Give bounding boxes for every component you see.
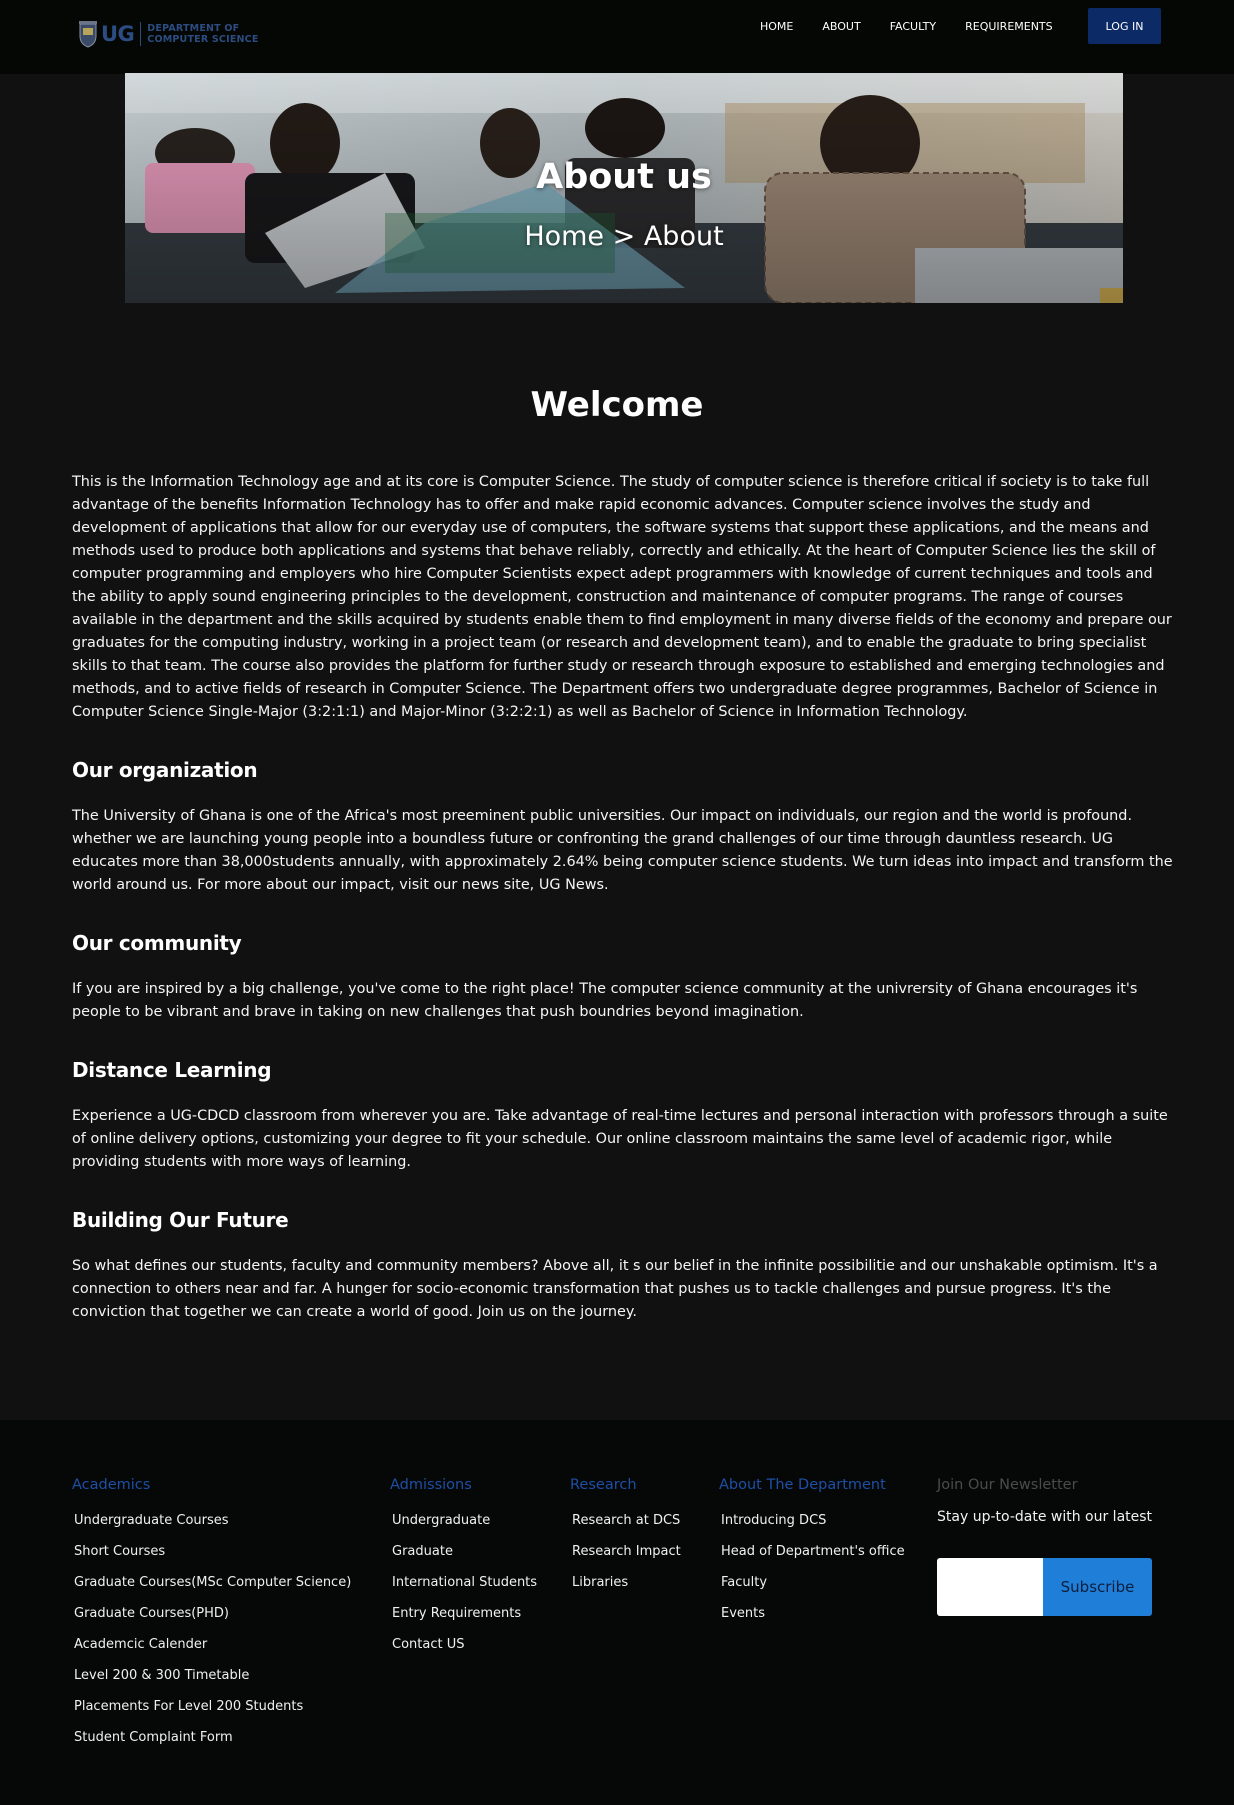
main-nav: HOME ABOUT FACULTY REQUIREMENTS [760,18,1082,34]
nav-about[interactable]: ABOUT [822,20,860,33]
breadcrumb: Home > About [524,221,724,252]
section-heading-community: Our community [72,931,242,955]
section-text-distance-learning: Experience a UG-CDCD classroom from wher… [72,1108,1168,1170]
footer-link-faculty[interactable]: Faculty [719,1567,905,1598]
footer-heading-research: Research [570,1477,637,1493]
hero-title: About us [536,157,712,197]
section-text-community: If you are inspired by a big challenge, … [72,981,1138,1020]
footer-link-academic-calendar[interactable]: Academcic Calender [72,1629,351,1660]
logo-dept-line1: Department of [147,23,240,34]
about-content: This is the Information Technology age a… [72,471,1178,1324]
login-button[interactable]: LOG IN [1088,8,1161,44]
footer-link-research-at-dcs[interactable]: Research at DCS [570,1505,681,1536]
navbar: UG Department of Computer Science HOME A… [0,0,1234,74]
footer-link-introducing-dcs[interactable]: Introducing DCS [719,1505,905,1536]
footer-link-complaint-form[interactable]: Student Complaint Form [72,1722,351,1753]
section-heading-building-future: Building Our Future [72,1208,289,1232]
newsletter-form: Subscribe [937,1558,1152,1616]
nav-requirements[interactable]: REQUIREMENTS [965,20,1053,33]
footer-research: Research Research at DCS Research Impact… [570,1477,681,1598]
logo-dept-text: Department of Computer Science [147,23,258,45]
footer-link-entry-requirements[interactable]: Entry Requirements [390,1598,537,1629]
footer-link-libraries[interactable]: Libraries [570,1567,681,1598]
newsletter-description: Stay up-to-date with our latest [937,1509,1153,1525]
logo-dept-line2: Computer Science [147,34,259,45]
section-text-building-future: So what defines our students, faculty an… [72,1258,1158,1320]
footer-heading-newsletter: Join Our Newsletter [937,1477,1078,1493]
footer-link-contact-us[interactable]: Contact US [390,1629,537,1660]
intro-paragraph: This is the Information Technology age a… [72,474,1172,720]
site-logo[interactable]: UG Department of Computer Science [78,18,259,50]
footer-link-graduate-phd[interactable]: Graduate Courses(PHD) [72,1598,351,1629]
footer-academics: Academics Undergraduate Courses Short Co… [72,1477,351,1753]
logo-ug-text: UG [101,22,135,46]
footer-admissions: Admissions Undergraduate Graduate Intern… [390,1477,537,1660]
footer-link-admissions-graduate[interactable]: Graduate [390,1536,537,1567]
footer-link-international-students[interactable]: International Students [390,1567,537,1598]
footer-link-short-courses[interactable]: Short Courses [72,1536,351,1567]
footer-heading-about-department: About The Department [719,1477,886,1493]
footer-heading-admissions: Admissions [390,1477,472,1493]
nav-home[interactable]: HOME [760,20,793,33]
footer-link-hod-office[interactable]: Head of Department's office [719,1536,905,1567]
welcome-heading: Welcome [530,385,704,425]
nav-faculty[interactable]: FACULTY [890,20,936,33]
section-text-organization: The University of Ghana is one of the Af… [72,808,1173,893]
footer-heading-academics: Academics [72,1477,151,1493]
newsletter-email-input[interactable] [937,1558,1043,1616]
footer-link-undergraduate-courses[interactable]: Undergraduate Courses [72,1505,351,1536]
footer-link-admissions-undergraduate[interactable]: Undergraduate [390,1505,537,1536]
hero-banner: About us Home > About [125,73,1123,303]
footer-link-graduate-msc[interactable]: Graduate Courses(MSc Computer Science) [72,1567,351,1598]
logo-divider [140,22,142,46]
footer-about-department: About The Department Introducing DCS Hea… [719,1477,905,1629]
footer-newsletter: Join Our Newsletter Stay up-to-date with… [937,1477,1152,1525]
section-heading-organization: Our organization [72,758,258,782]
footer-link-events[interactable]: Events [719,1598,905,1629]
university-crest-icon [79,21,97,48]
subscribe-button[interactable]: Subscribe [1043,1558,1152,1616]
footer-link-research-impact[interactable]: Research Impact [570,1536,681,1567]
footer-link-placements[interactable]: Placements For Level 200 Students [72,1691,351,1722]
section-heading-distance-learning: Distance Learning [72,1058,272,1082]
footer-link-timetable[interactable]: Level 200 & 300 Timetable [72,1660,351,1691]
